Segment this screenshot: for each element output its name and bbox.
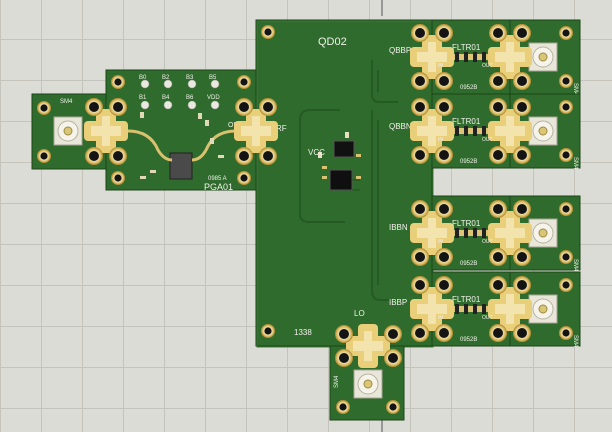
ibbp-label: IBBP <box>389 298 407 307</box>
filter-sm4-label: SM4 <box>572 259 578 272</box>
filter-out-label: OUT <box>482 63 493 69</box>
qbbn-label: QBBN <box>389 122 412 131</box>
sm4-bottom-label: SM4 <box>334 375 340 388</box>
pad-b5-label: B5 <box>209 75 217 81</box>
filter-component <box>464 52 468 62</box>
sma-connector-icon[interactable] <box>528 42 558 72</box>
qd02-board[interactable]: QD02 RF VCC LO QBBP QBBN IBBN IBBP 1338 <box>255 19 434 348</box>
sm4-left-label: SM4 <box>60 99 73 105</box>
mount-hole <box>513 324 531 342</box>
filter-component <box>482 228 486 238</box>
board-assembly: QD02 RF VCC LO QBBP QBBN IBBN IBBP 1338 … <box>31 0 581 432</box>
mount-hole <box>411 324 429 342</box>
pga-title: PGA01 <box>204 182 233 192</box>
mount-hole <box>435 324 453 342</box>
mount-hole <box>411 98 429 116</box>
mount-hole <box>435 146 453 164</box>
filter-sm4-label: SM4 <box>572 157 578 170</box>
mount-hole <box>435 248 453 266</box>
filter-component <box>473 228 477 238</box>
sma-connector-icon[interactable] <box>528 116 558 146</box>
filter-component <box>482 52 486 62</box>
filter-in-label: IN <box>438 239 443 245</box>
filter-component <box>455 52 459 62</box>
mount-hole <box>513 98 531 116</box>
filter-in-label: IN <box>438 315 443 321</box>
filter-board-4[interactable]: FLTR01 0952B IN OUT SM4 <box>410 271 581 348</box>
mount-hole <box>489 200 507 218</box>
filter-code: 0952B <box>460 85 477 91</box>
pad-b1-label: B1 <box>139 95 147 101</box>
mount-hole <box>411 276 429 294</box>
filter-code: 0952B <box>460 159 477 165</box>
filter-component <box>482 126 486 136</box>
filter-component <box>464 304 468 314</box>
mount-hole <box>513 276 531 294</box>
mount-hole <box>513 248 531 266</box>
filter-title: FLTR01 <box>452 295 481 304</box>
mount-hole <box>435 276 453 294</box>
mount-hole <box>489 72 507 90</box>
mount-hole <box>513 72 531 90</box>
mount-hole <box>411 248 429 266</box>
filter-out-label: OUT <box>482 137 493 143</box>
filter-board-2[interactable]: FLTR01 0952B IN OUT SM4 <box>410 93 581 170</box>
canvas-grid[interactable]: QD02 RF VCC LO QBBP QBBN IBBN IBBP 1338 … <box>0 0 612 432</box>
vcc-label: VCC <box>308 148 325 157</box>
mount-hole <box>435 98 453 116</box>
pad-vdd-label: VDD <box>207 95 220 101</box>
lo-label: LO <box>354 309 365 318</box>
mount-hole <box>489 248 507 266</box>
filter-component <box>455 304 459 314</box>
pad-b4-label: B4 <box>162 95 170 101</box>
filter-in-label: IN <box>438 63 443 69</box>
filter-title: FLTR01 <box>452 219 481 228</box>
qd02-code: 1338 <box>294 328 312 337</box>
sma-connector-icon[interactable] <box>528 218 558 248</box>
filter-sm4-label: SM4 <box>572 335 578 348</box>
filter-component <box>473 52 477 62</box>
filter-stack: FLTR010952BIN OUTSM4FLTR010952BIN OUTSM4FL… <box>410 19 581 348</box>
mount-hole <box>489 146 507 164</box>
mount-hole <box>489 24 507 42</box>
filter-in-label: IN <box>438 137 443 143</box>
mount-hole <box>411 146 429 164</box>
mount-hole <box>513 146 531 164</box>
filter-component <box>473 304 477 314</box>
sma-connector-icon[interactable] <box>528 294 558 324</box>
filter-code: 0952B <box>460 337 477 343</box>
qd02-title: QD02 <box>318 36 347 48</box>
filter-board-3[interactable]: FLTR01 0952B IN OUT SM4 <box>410 195 581 272</box>
filter-component <box>473 126 477 136</box>
mount-hole <box>489 98 507 116</box>
filter-component <box>455 228 459 238</box>
filter-title: FLTR01 <box>452 117 481 126</box>
ibbn-label: IBBN <box>389 223 408 232</box>
filter-title: FLTR01 <box>452 43 481 52</box>
filter-code: 0952B <box>460 261 477 267</box>
mount-hole <box>411 72 429 90</box>
mount-hole <box>489 276 507 294</box>
mount-hole <box>489 324 507 342</box>
pad-b0-label: B0 <box>139 75 147 81</box>
pga01-board[interactable]: B0 B2 B3 B5 B1 B4 B6 VDD IN OUT 0985 A P… <box>105 69 257 192</box>
pad-b6-label: B6 <box>186 95 194 101</box>
mount-hole <box>411 24 429 42</box>
mount-hole <box>435 200 453 218</box>
qbbp-label: QBBP <box>389 46 411 55</box>
filter-out-label: OUT <box>482 239 493 245</box>
mount-hole <box>435 72 453 90</box>
filter-component <box>482 304 486 314</box>
mount-hole <box>435 24 453 42</box>
filter-board-1[interactable]: FLTR010952BIN OUTSM4 <box>410 19 581 96</box>
filter-component <box>455 126 459 136</box>
pad-b2-label: B2 <box>162 75 170 81</box>
pad-b3-label: B3 <box>186 75 194 81</box>
filter-component <box>464 228 468 238</box>
filter-component <box>464 126 468 136</box>
filter-out-label: OUT <box>482 315 493 321</box>
mount-hole <box>513 200 531 218</box>
mount-hole <box>513 24 531 42</box>
mount-hole <box>411 200 429 218</box>
